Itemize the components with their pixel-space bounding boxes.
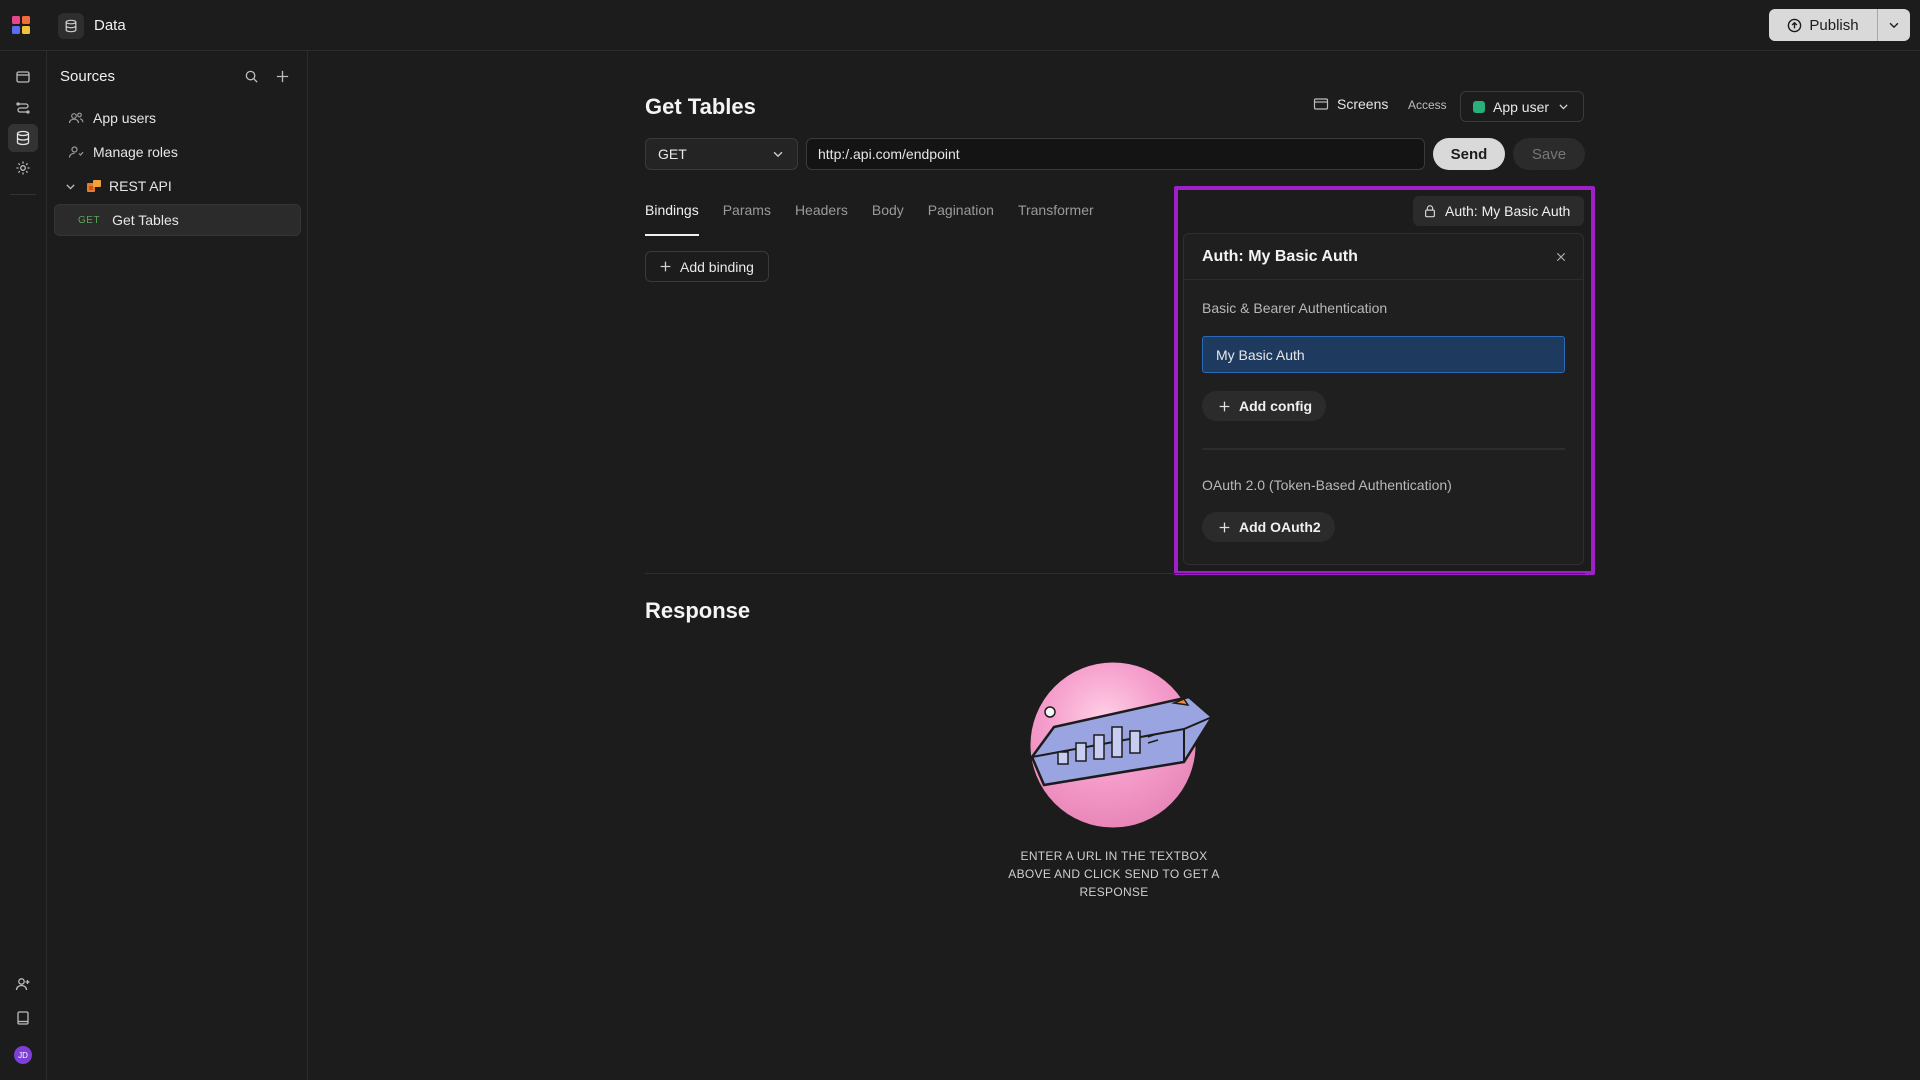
user-role-icon	[67, 143, 85, 161]
role-color-dot	[1473, 100, 1485, 113]
access-role-select[interactable]: App user	[1460, 91, 1584, 122]
lock-icon	[1425, 205, 1435, 218]
publish-label: Publish	[1809, 16, 1859, 34]
auth-chip-label: Auth: My Basic Auth	[1445, 203, 1571, 219]
user-plus-icon	[15, 978, 30, 991]
tab-bindings[interactable]: Bindings	[645, 200, 699, 236]
empty-response-message: ENTER A URL IN THE TEXTBOX ABOVE AND CLI…	[1008, 849, 1220, 899]
sidebar-item-manage-roles[interactable]: Manage roles	[54, 136, 301, 168]
screen-icon	[1313, 98, 1329, 110]
workflow-icon	[16, 102, 30, 114]
access-label: Access	[1408, 98, 1447, 112]
rail-data-button[interactable]	[8, 124, 38, 152]
sidebar-item-get-tables[interactable]: GET Get Tables	[54, 204, 301, 236]
left-rail: JD	[0, 51, 47, 1080]
add-config-label: Add config	[1239, 398, 1313, 414]
sidebar-item-app-users[interactable]: App users	[54, 102, 301, 134]
chevron-down-icon[interactable]	[61, 177, 79, 195]
sidebar-item-rest-api[interactable]: REST API	[54, 170, 301, 202]
page-title: Get Tables	[645, 94, 756, 119]
top-bar: Data Publish	[0, 0, 1920, 51]
response-divider	[645, 573, 1585, 574]
app-logo-icon[interactable]	[12, 16, 32, 36]
tab-body[interactable]: Body	[872, 200, 904, 236]
sidebar-item-label: Manage roles	[93, 144, 178, 160]
database-icon	[16, 130, 30, 146]
role-label: App user	[1493, 98, 1550, 115]
screens-link[interactable]: Screens	[1313, 96, 1388, 112]
close-icon[interactable]	[1552, 248, 1570, 266]
sources-sidebar: Sources App users Manage roles REST API …	[47, 51, 308, 1080]
add-source-icon[interactable]	[273, 67, 291, 85]
auth-header-divider	[1184, 279, 1583, 280]
rest-api-icon	[85, 177, 103, 195]
rail-settings-button[interactable]	[8, 154, 38, 182]
chevron-down-icon	[1559, 104, 1568, 110]
auth-panel: Auth: My Basic Auth Basic & Bearer Authe…	[1183, 233, 1584, 565]
publish-button[interactable]: Publish	[1769, 9, 1878, 41]
basic-auth-section-title: Basic & Bearer Authentication	[1202, 300, 1388, 316]
tab-headers[interactable]: Headers	[795, 200, 848, 236]
app-title: Data	[94, 17, 126, 34]
users-icon	[67, 109, 85, 127]
oauth-section-title: OAuth 2.0 (Token-Based Authentication)	[1202, 477, 1452, 493]
rail-invite-users-button[interactable]	[8, 970, 38, 998]
rail-docs-button[interactable]	[8, 1004, 38, 1032]
empty-response-illustration	[1022, 659, 1214, 831]
add-oauth2-button[interactable]: Add OAuth2	[1202, 512, 1335, 542]
upload-icon	[1788, 18, 1802, 32]
gear-icon	[16, 161, 30, 175]
rail-screens-button[interactable]	[8, 63, 38, 91]
book-icon	[17, 1011, 29, 1025]
sidebar-item-label: App users	[93, 110, 157, 126]
tab-params[interactable]: Params	[723, 200, 771, 236]
publish-options-button[interactable]	[1878, 9, 1910, 41]
auth-config-item[interactable]: My Basic Auth	[1202, 336, 1565, 373]
auth-panel-title: Auth: My Basic Auth	[1202, 248, 1358, 265]
add-config-button[interactable]: Add config	[1202, 391, 1327, 421]
sidebar-title: Sources	[60, 68, 116, 85]
rail-divider	[10, 194, 36, 195]
chevron-down-icon	[1889, 22, 1899, 29]
add-oauth2-label: Add OAuth2	[1239, 519, 1321, 535]
database-icon	[58, 13, 84, 39]
response-title: Response	[645, 598, 751, 623]
plus-icon	[1219, 401, 1230, 411]
request-tabs: Bindings Params Headers Body Pagination …	[645, 200, 1094, 236]
http-method-select[interactable]: GET	[645, 138, 798, 170]
search-icon[interactable]	[242, 67, 260, 85]
tab-transformer[interactable]: Transformer	[1018, 200, 1094, 236]
avatar[interactable]: JD	[14, 1046, 32, 1064]
plus-icon	[1219, 522, 1230, 532]
tab-pagination[interactable]: Pagination	[928, 200, 994, 236]
chevron-down-icon	[773, 151, 783, 158]
sidebar-item-label: Get Tables	[112, 212, 179, 228]
add-binding-label: Add binding	[680, 258, 754, 275]
rail-automations-button[interactable]	[8, 94, 38, 122]
plus-icon	[660, 261, 671, 272]
send-button[interactable]: Send	[1433, 138, 1505, 170]
save-button[interactable]: Save	[1513, 138, 1585, 170]
publish-button-group: Publish	[1769, 9, 1910, 41]
auth-toggle-button[interactable]: Auth: My Basic Auth	[1413, 196, 1584, 226]
add-binding-button[interactable]: Add binding	[645, 251, 769, 282]
layout-icon	[16, 71, 30, 83]
method-label: GET	[658, 146, 687, 162]
method-badge: GET	[78, 214, 101, 226]
auth-section-divider	[1202, 448, 1565, 450]
screens-label: Screens	[1337, 96, 1389, 112]
sidebar-item-label: REST API	[109, 178, 172, 194]
url-input[interactable]	[806, 138, 1425, 170]
